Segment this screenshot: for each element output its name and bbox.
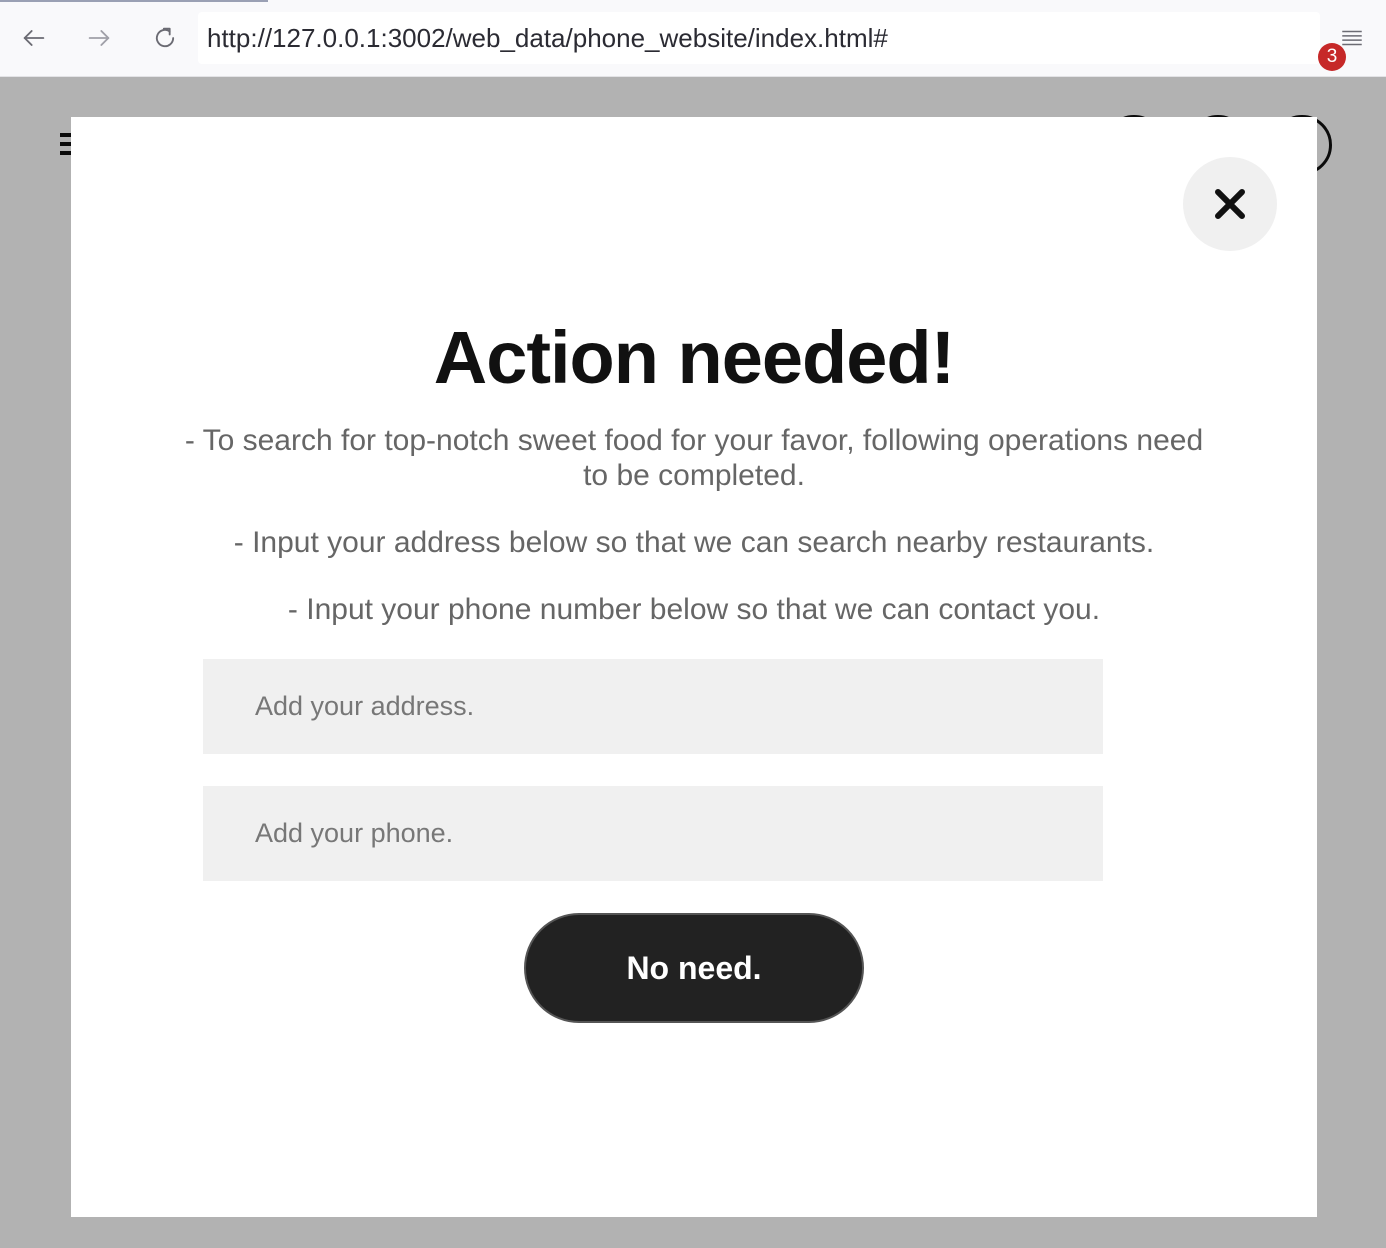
instruction-text-1: - To search for top-notch sweet food for…: [184, 424, 1204, 492]
no-need-button[interactable]: No need.: [524, 913, 864, 1023]
close-button[interactable]: [1183, 157, 1277, 251]
back-button[interactable]: [16, 20, 52, 56]
instruction-text-2: - Input your address below so that we ca…: [233, 526, 1155, 559]
loading-bar: [0, 0, 268, 2]
reload-button[interactable]: [147, 20, 183, 56]
arrow-left-icon: [23, 30, 45, 46]
address-input[interactable]: [203, 659, 1103, 754]
close-icon: [1215, 189, 1245, 219]
modal-title: Action needed!: [433, 316, 955, 399]
hamburger-menu-icon: [1342, 30, 1362, 46]
phone-input[interactable]: [203, 786, 1103, 881]
cart-count-badge-visible: 3: [1318, 43, 1346, 71]
url-bar[interactable]: http://127.0.0.1:3002/web_data/phone_web…: [198, 12, 1320, 64]
reload-icon: [155, 27, 175, 48]
instruction-text-3: - Input your phone number below so that …: [287, 593, 1101, 626]
browser-toolbar: http://127.0.0.1:3002/web_data/phone_web…: [0, 0, 1386, 77]
forward-button[interactable]: [81, 20, 117, 56]
arrow-right-icon: [88, 30, 110, 46]
action-needed-modal: Action needed! - To search for top-notch…: [71, 117, 1317, 1217]
